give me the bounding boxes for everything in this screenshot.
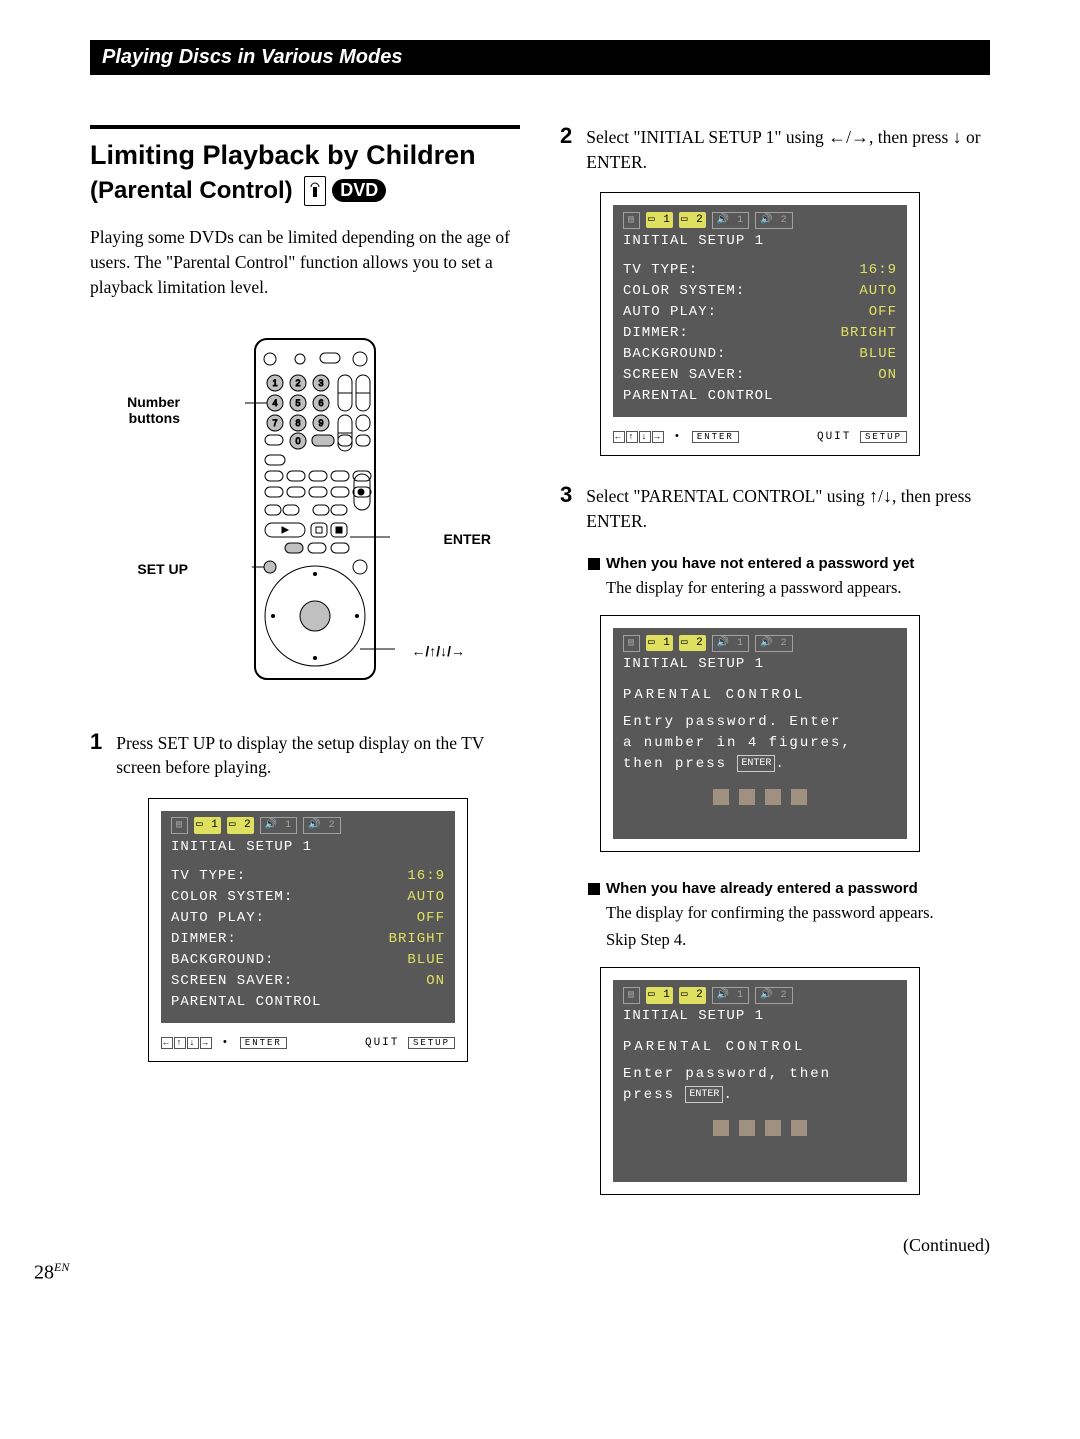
label-setup: SET UP	[113, 561, 188, 577]
square-bullet-icon	[588, 558, 600, 570]
label-number-buttons: Number buttons	[105, 394, 180, 426]
step-3-number: 3	[560, 484, 572, 506]
osd-row: SCREEN SAVER:ON	[171, 971, 445, 992]
step-3: 3 Select "PARENTAL CONTROL" using ↑/↓, t…	[560, 484, 990, 533]
svg-text:9: 9	[318, 418, 323, 428]
osd-screen-2: ▤ ▭ 1 ▭ 2 🔊 1 🔊 2 INITIAL SETUP 1 TV TYP…	[600, 192, 920, 456]
svg-text:8: 8	[295, 418, 300, 428]
osd-title: INITIAL SETUP 1	[623, 654, 897, 675]
remote-badge-icon	[304, 176, 326, 206]
osd-row: AUTO PLAY:OFF	[623, 302, 897, 323]
osd-row: TV TYPE:16:9	[171, 866, 445, 887]
osd-footer: ←↑↓→ • ENTER QUIT SETUP	[613, 431, 907, 443]
osd-row: BACKGROUND:BLUE	[171, 950, 445, 971]
osd-row: TV TYPE:16:9	[623, 260, 897, 281]
svg-text:7: 7	[272, 418, 277, 428]
label-enter: ENTER	[444, 531, 491, 547]
subhead-new-password: When you have not entered a password yet	[588, 555, 990, 572]
osd-row: COLOR SYSTEM:AUTO	[623, 281, 897, 302]
osd-row: PARENTAL CONTROL	[623, 386, 897, 407]
osd-row: COLOR SYSTEM:AUTO	[171, 887, 445, 908]
step-3-text: Select "PARENTAL CONTROL" using ↑/↓, the…	[586, 484, 990, 533]
osd-iconbar: ▤ ▭ 1 ▭ 2 🔊 1 🔊 2	[623, 211, 897, 229]
osd-title: INITIAL SETUP 1	[623, 231, 897, 252]
osd-iconbar: ▤ ▭ 1 ▭ 2 🔊 1 🔊 2	[623, 634, 897, 652]
osd-msg: Enter password, then press ENTER.	[623, 1064, 897, 1106]
password-boxes	[623, 1120, 897, 1136]
svg-text:4: 4	[272, 398, 277, 408]
step-1: 1 Press SET UP to display the setup disp…	[90, 731, 520, 780]
intro-paragraph: Playing some DVDs can be limited dependi…	[90, 225, 520, 301]
subbody-existing-password-a: The display for confirming the password …	[606, 901, 990, 924]
osd-msg: Entry password. Enter a number in 4 figu…	[623, 712, 897, 775]
osd-iconbar: ▤ ▭ 1 ▭ 2 🔊 1 🔊 2	[171, 817, 445, 835]
title-rule	[90, 125, 520, 129]
svg-text:1: 1	[272, 378, 277, 388]
svg-text:0: 0	[295, 436, 300, 446]
step-1-number: 1	[90, 731, 102, 753]
title-line2: (Parental Control)	[90, 177, 293, 204]
osd-row: PARENTAL CONTROL	[171, 992, 445, 1013]
osd-row: DIMMER:BRIGHT	[171, 929, 445, 950]
page-number: 28EN	[34, 1260, 69, 1285]
remote-svg: 1 2 3 4 5 6 7 8 9 0	[190, 331, 420, 691]
osd-row: AUTO PLAY:OFF	[171, 908, 445, 929]
osd-screen-password-new: ▤ ▭ 1 ▭ 2 🔊 1 🔊 2 INITIAL SETUP 1 PARENT…	[600, 615, 920, 852]
step-2: 2 Select "INITIAL SETUP 1" using ←/→, th…	[560, 125, 990, 174]
osd-screen-password-existing: ▤ ▭ 1 ▭ 2 🔊 1 🔊 2 INITIAL SETUP 1 PARENT…	[600, 967, 920, 1195]
osd-row: SCREEN SAVER:ON	[623, 365, 897, 386]
page-title: Limiting Playback by Children (Parental …	[90, 139, 520, 207]
remote-figure: Number buttons SET UP ENTER ←/↑/↓/→ 1 2 …	[125, 331, 485, 691]
osd-title: INITIAL SETUP 1	[623, 1006, 897, 1027]
svg-text:2: 2	[295, 378, 300, 388]
osd-footer: ←↑↓→ • ENTER QUIT SETUP	[161, 1037, 455, 1049]
label-arrow-keys: ←/↑/↓/→	[411, 643, 465, 659]
osd-screen-1: ▤ ▭ 1 ▭ 2 🔊 1 🔊 2 INITIAL SETUP 1 TV TYP…	[148, 798, 468, 1062]
osd-row: BACKGROUND:BLUE	[623, 344, 897, 365]
password-boxes	[623, 789, 897, 805]
osd-subtitle: PARENTAL CONTROL	[623, 1037, 897, 1058]
osd-iconbar: ▤ ▭ 1 ▭ 2 🔊 1 🔊 2	[623, 986, 897, 1004]
step-2-text: Select "INITIAL SETUP 1" using ←/→, then…	[586, 125, 990, 174]
osd-subtitle: PARENTAL CONTROL	[623, 685, 897, 706]
square-bullet-icon	[588, 883, 600, 895]
dvd-badge: DVD	[332, 179, 386, 202]
osd-row: DIMMER:BRIGHT	[623, 323, 897, 344]
continued-label: (Continued)	[560, 1235, 990, 1256]
svg-text:5: 5	[295, 398, 300, 408]
subbody-existing-password-b: Skip Step 4.	[606, 928, 990, 951]
step-1-text: Press SET UP to display the setup displa…	[116, 731, 520, 780]
step-2-number: 2	[560, 125, 572, 147]
section-header: Playing Discs in Various Modes	[90, 40, 990, 75]
subhead-existing-password: When you have already entered a password	[588, 880, 990, 897]
svg-text:3: 3	[318, 378, 323, 388]
subbody-new-password: The display for entering a password appe…	[606, 576, 990, 599]
title-line1: Limiting Playback by Children	[90, 140, 476, 170]
svg-text:6: 6	[318, 398, 323, 408]
osd-title: INITIAL SETUP 1	[171, 837, 445, 858]
